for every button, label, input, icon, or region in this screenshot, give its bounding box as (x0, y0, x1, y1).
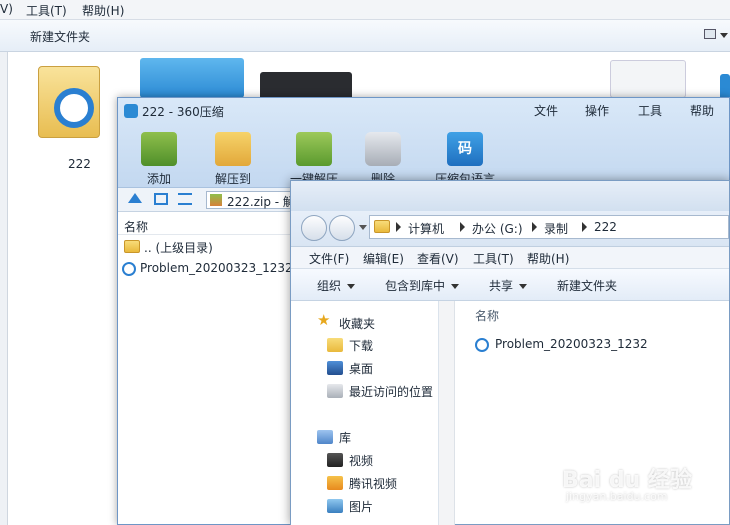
video-library-icon (327, 453, 343, 467)
breadcrumb-computer[interactable]: 计算机 (408, 220, 444, 237)
nav-pictures[interactable]: 图片 (349, 498, 373, 515)
thumbnail-view-icon[interactable] (154, 193, 168, 205)
library-icon (317, 430, 333, 444)
navigation-pane: ★ 收藏夹 下载 桌面 最近访问的位置 库 视频 腾讯视频 图片 (291, 301, 439, 525)
nav-tencent-video[interactable]: 腾讯视频 (349, 475, 397, 492)
nav-favorites[interactable]: 收藏夹 (339, 315, 375, 332)
folder-icon (374, 220, 390, 233)
add-button[interactable]: 添加 (126, 132, 192, 187)
window-title: 222 - 360压缩 (142, 105, 224, 119)
zip-icon (210, 194, 222, 206)
file-item[interactable]: Problem_20200323_1232 (475, 335, 675, 355)
folder-icon (124, 240, 140, 253)
menu-help[interactable]: 帮助(H) (82, 2, 124, 19)
menu-tools[interactable]: 工具(T) (26, 2, 67, 19)
menu-view[interactable]: V) (0, 2, 13, 16)
folder-222-label: 222 (68, 157, 91, 171)
breadcrumb-drive[interactable]: 办公 (G:) (472, 220, 523, 237)
chevron-down-icon[interactable] (720, 33, 728, 38)
include-in-library-button[interactable]: 包含到库中 (385, 277, 460, 294)
new-folder-button[interactable]: 新建文件夹 (557, 277, 617, 294)
desktop-icon (327, 361, 343, 375)
new-folder-button[interactable]: 新建文件夹 (30, 28, 90, 45)
menu-file[interactable]: 文件 (534, 102, 558, 119)
menu-tools[interactable]: 工具(T) (473, 250, 514, 267)
column-header-name[interactable]: 名称 (475, 307, 499, 324)
menu-file[interactable]: 文件(F) (309, 250, 349, 267)
list-view-icon[interactable] (178, 193, 192, 205)
list-item[interactable]: Problem_20200323_1232.m (122, 260, 308, 278)
delete-button[interactable]: 删除 (350, 132, 416, 187)
history-dropdown-icon[interactable] (359, 225, 367, 230)
360-app-icon (124, 104, 138, 118)
extract-folder-icon (215, 132, 251, 166)
breadcrumb-222[interactable]: 222 (594, 220, 617, 234)
archive-language-button[interactable]: 码 压缩包语言 (424, 132, 506, 187)
list-item[interactable]: .. (上级目录) (124, 238, 296, 256)
video-thumbnail[interactable] (260, 72, 352, 100)
address-bar[interactable]: 计算机 办公 (G:) 录制 222 (369, 215, 729, 239)
breadcrumb-recording[interactable]: 录制 (544, 220, 568, 237)
star-icon: ★ (317, 311, 331, 329)
navigation-scrollbar[interactable] (439, 301, 455, 525)
add-archive-icon (141, 132, 177, 166)
nav-desktop[interactable]: 桌面 (349, 360, 373, 377)
menu-operate[interactable]: 操作 (585, 102, 609, 119)
explorer-menubar: 文件(F) 编辑(E) 查看(V) 工具(T) 帮助(H) (291, 247, 729, 269)
one-click-extract-button[interactable]: 一键解压 (278, 132, 350, 187)
forward-button[interactable] (329, 215, 355, 241)
menu-help[interactable]: 帮助 (690, 102, 714, 119)
menu-view[interactable]: 查看(V) (417, 250, 459, 267)
nav-videos[interactable]: 视频 (349, 452, 373, 469)
360-thumbnail[interactable] (140, 58, 244, 98)
column-header-name[interactable]: 名称 (124, 218, 148, 235)
back-button[interactable] (301, 215, 327, 241)
pictures-icon (327, 499, 343, 513)
explorer-commandbar: 组织 包含到库中 共享 新建文件夹 (291, 269, 729, 301)
tencent-video-icon (327, 476, 343, 490)
recent-places-icon (327, 384, 343, 398)
folder-222-icon[interactable] (38, 60, 102, 140)
360zip-ribbon: 222 - 360压缩 文件 操作 工具 帮助 添加 解压到 一键解压 删除 码… (118, 98, 729, 188)
menu-tools[interactable]: 工具 (638, 102, 662, 119)
download-folder-icon (327, 338, 343, 352)
qq-icon (122, 262, 136, 276)
watermark-url: jingyan.baidu.com (566, 490, 668, 503)
language-icon: 码 (447, 132, 483, 166)
view-icon[interactable] (704, 29, 716, 39)
nav-libraries[interactable]: 库 (339, 429, 351, 446)
organize-button[interactable]: 组织 (317, 277, 356, 294)
share-button[interactable]: 共享 (489, 277, 528, 294)
menu-edit[interactable]: 编辑(E) (363, 250, 404, 267)
up-arrow-icon[interactable] (128, 193, 142, 203)
background-menubar: V) 工具(T) 帮助(H) (0, 0, 730, 20)
extract-to-button[interactable]: 解压到 (200, 132, 266, 187)
menu-help[interactable]: 帮助(H) (527, 250, 569, 267)
nav-downloads[interactable]: 下载 (349, 337, 373, 354)
trash-icon (365, 132, 401, 166)
quick-extract-icon (296, 132, 332, 166)
qq-icon (475, 338, 489, 352)
background-toolbar: 新建文件夹 (0, 20, 730, 52)
document-thumbnail[interactable] (610, 60, 686, 98)
qq-icon (54, 88, 94, 128)
nav-recent[interactable]: 最近访问的位置 (349, 383, 433, 400)
background-scrollbar[interactable] (0, 52, 8, 525)
explorer-titlebar (291, 181, 729, 211)
